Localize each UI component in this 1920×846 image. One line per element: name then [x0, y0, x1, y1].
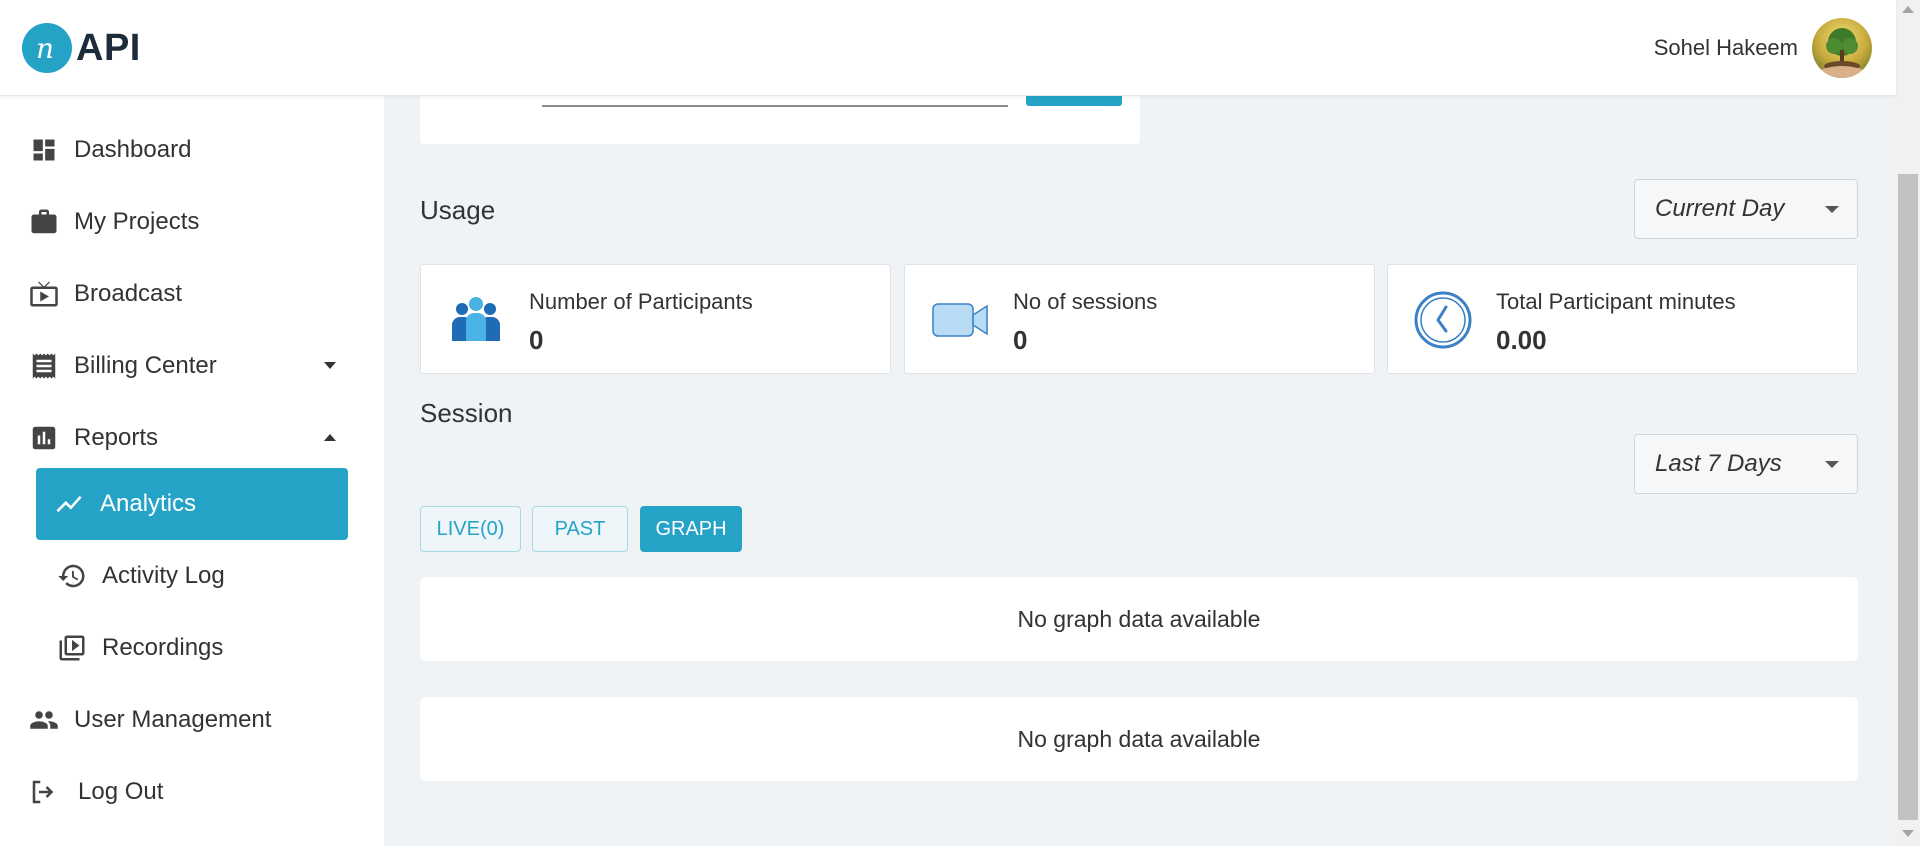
briefcase-icon	[28, 206, 60, 238]
tab-graph[interactable]: GRAPH	[640, 506, 742, 552]
chevron-up-icon[interactable]	[324, 434, 336, 441]
user-menu[interactable]: Sohel Hakeem	[1654, 18, 1872, 78]
session-period-select[interactable]: Last 7 Days	[1634, 434, 1858, 494]
stat-label: Number of Participants	[529, 289, 753, 314]
logo-text: API	[76, 26, 141, 69]
tab-live[interactable]: LIVE(0)	[420, 506, 521, 552]
filter-input-underline[interactable]	[542, 105, 1008, 107]
usage-period-select[interactable]: Current Day	[1634, 179, 1858, 239]
svg-text:n: n	[36, 32, 54, 65]
session-period-value: Last 7 Days	[1655, 450, 1782, 477]
stat-value: 0.00	[1496, 325, 1547, 355]
sidebar-item-recordings[interactable]: Recordings	[56, 618, 346, 678]
user-name: Sohel Hakeem	[1653, 35, 1798, 60]
stat-value: 0	[1013, 325, 1028, 355]
scrollbar-thumb[interactable]	[1898, 174, 1918, 820]
stat-value: 0	[529, 325, 544, 355]
usage-title: Usage	[420, 195, 496, 225]
sidebar-item-reports[interactable]: Reports	[28, 408, 348, 468]
sidebar-item-activity-log[interactable]: Activity Log	[56, 546, 346, 606]
app-logo[interactable]: n API	[22, 23, 141, 73]
dashboard-icon	[28, 134, 60, 166]
sidebar-item-label: Reports	[74, 424, 159, 451]
sidebar-item-billing-center[interactable]: Billing Center	[28, 336, 348, 396]
video-library-icon	[56, 632, 88, 664]
stat-card-participants: Number of Participants 0	[420, 264, 891, 374]
trending-icon	[54, 489, 84, 519]
sidebar: Dashboard My Projects Broadcast Billing …	[0, 96, 384, 846]
sidebar-item-label: Broadcast	[74, 280, 183, 307]
stat-card-minutes: Total Participant minutes 0.00	[1387, 264, 1858, 374]
sidebar-item-label: My Projects	[74, 208, 200, 235]
tab-past[interactable]: PAST	[532, 506, 628, 552]
sidebar-item-label: Analytics	[100, 490, 197, 517]
sidebar-item-label: Log Out	[78, 778, 164, 805]
chevron-down-icon[interactable]	[324, 362, 336, 369]
avatar[interactable]	[1812, 18, 1872, 78]
sidebar-item-dashboard[interactable]: Dashboard	[28, 120, 348, 180]
usage-period-value: Current Day	[1655, 195, 1785, 222]
sidebar-item-label: Activity Log	[102, 562, 225, 589]
bar-chart-icon	[28, 422, 60, 454]
graph-card: No graph data available	[420, 577, 1858, 661]
scroll-up-icon[interactable]	[1902, 6, 1914, 13]
sidebar-item-label: Billing Center	[74, 352, 217, 379]
n-logo-icon: n	[22, 23, 72, 73]
sidebar-item-user-management[interactable]: User Management	[28, 690, 348, 750]
session-title: Session	[420, 398, 513, 428]
sidebar-item-broadcast[interactable]: Broadcast	[28, 264, 348, 324]
graph-empty-text: No graph data available	[1017, 725, 1261, 752]
receipt-icon	[28, 350, 60, 382]
graph-empty-text: No graph data available	[1017, 605, 1261, 632]
stat-card-sessions: No of sessions 0	[904, 264, 1375, 374]
tv-play-icon	[28, 278, 60, 310]
people-icon	[28, 704, 60, 736]
sidebar-item-label: Dashboard	[74, 136, 192, 163]
stat-label: Total Participant minutes	[1496, 289, 1736, 314]
sidebar-item-label: User Management	[74, 706, 272, 733]
scroll-down-icon[interactable]	[1902, 830, 1914, 837]
chevron-down-icon	[1825, 461, 1839, 468]
graph-card: No graph data available	[420, 697, 1858, 781]
sidebar-item-log-out[interactable]: Log Out	[28, 762, 348, 822]
chevron-down-icon	[1825, 206, 1839, 213]
sidebar-item-analytics[interactable]: Analytics	[36, 468, 348, 540]
sidebar-item-my-projects[interactable]: My Projects	[28, 192, 348, 252]
video-camera-icon	[931, 291, 989, 349]
participants-icon	[447, 291, 505, 349]
sidebar-item-label: Recordings	[102, 634, 224, 661]
clock-icon	[1414, 291, 1472, 349]
top-header: n API Sohel Hakeem	[0, 0, 1896, 96]
logout-icon	[28, 776, 60, 808]
stat-label: No of sessions	[1013, 289, 1158, 314]
history-icon	[56, 560, 88, 592]
